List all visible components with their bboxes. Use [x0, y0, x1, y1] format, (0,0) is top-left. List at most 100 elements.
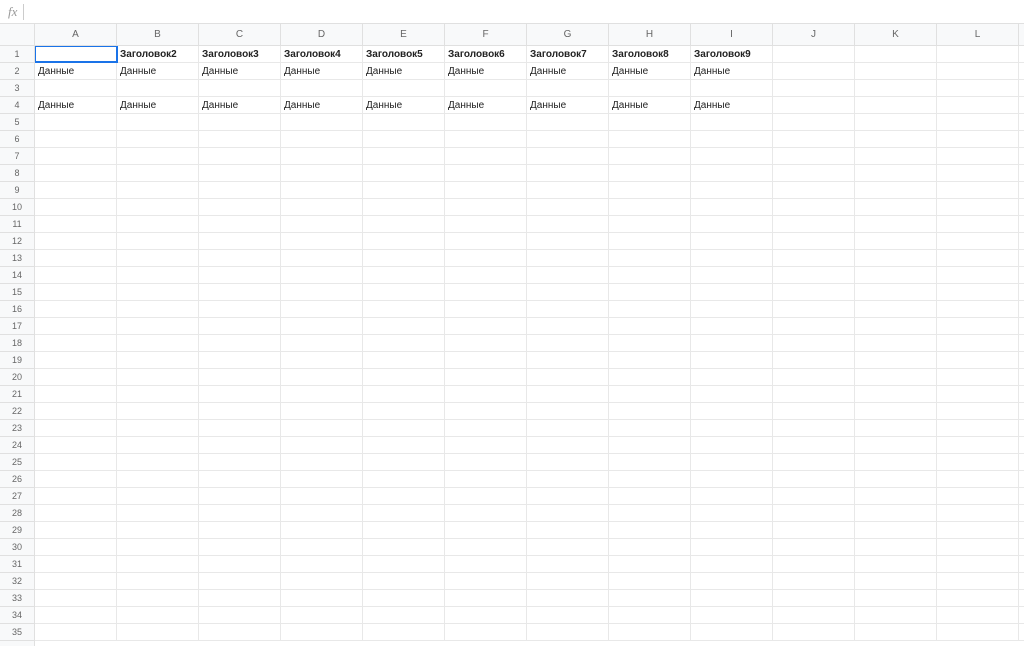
row-header-7[interactable]: 7 — [0, 148, 34, 165]
cell-G4[interactable]: Данные — [527, 97, 609, 113]
column-header-B[interactable]: B — [117, 24, 199, 45]
cell-I34[interactable] — [691, 607, 773, 623]
cell-A9[interactable] — [35, 182, 117, 198]
cell-I29[interactable] — [691, 522, 773, 538]
cell-A34[interactable] — [35, 607, 117, 623]
cell-J1[interactable] — [773, 46, 855, 62]
cell-L13[interactable] — [937, 250, 1019, 266]
cell-I14[interactable] — [691, 267, 773, 283]
cell-G19[interactable] — [527, 352, 609, 368]
cell-G9[interactable] — [527, 182, 609, 198]
cell-F8[interactable] — [445, 165, 527, 181]
cell-H27[interactable] — [609, 488, 691, 504]
cell-A14[interactable] — [35, 267, 117, 283]
cell-A2[interactable]: Данные — [35, 63, 117, 79]
cell-C14[interactable] — [199, 267, 281, 283]
cell-F29[interactable] — [445, 522, 527, 538]
row-header-11[interactable]: 11 — [0, 216, 34, 233]
cell-I7[interactable] — [691, 148, 773, 164]
cell-L1[interactable] — [937, 46, 1019, 62]
cell-E22[interactable] — [363, 403, 445, 419]
cell-D14[interactable] — [281, 267, 363, 283]
cell-K19[interactable] — [855, 352, 937, 368]
cell-G17[interactable] — [527, 318, 609, 334]
cell-H30[interactable] — [609, 539, 691, 555]
cell-G2[interactable]: Данные — [527, 63, 609, 79]
cell-E14[interactable] — [363, 267, 445, 283]
cell-I5[interactable] — [691, 114, 773, 130]
cell-D19[interactable] — [281, 352, 363, 368]
cell-H25[interactable] — [609, 454, 691, 470]
row-header-28[interactable]: 28 — [0, 505, 34, 522]
cell-I26[interactable] — [691, 471, 773, 487]
cell-C33[interactable] — [199, 590, 281, 606]
row-header-27[interactable]: 27 — [0, 488, 34, 505]
cell-K15[interactable] — [855, 284, 937, 300]
cell-C35[interactable] — [199, 624, 281, 640]
cell-E5[interactable] — [363, 114, 445, 130]
cell-F9[interactable] — [445, 182, 527, 198]
cell-G33[interactable] — [527, 590, 609, 606]
row-header-22[interactable]: 22 — [0, 403, 34, 420]
cell-H26[interactable] — [609, 471, 691, 487]
cell-A1[interactable] — [35, 46, 117, 62]
cell-I16[interactable] — [691, 301, 773, 317]
cell-D4[interactable]: Данные — [281, 97, 363, 113]
cell-G27[interactable] — [527, 488, 609, 504]
cell-J9[interactable] — [773, 182, 855, 198]
cell-E18[interactable] — [363, 335, 445, 351]
cell-F22[interactable] — [445, 403, 527, 419]
cell-A20[interactable] — [35, 369, 117, 385]
cell-J28[interactable] — [773, 505, 855, 521]
cell-G31[interactable] — [527, 556, 609, 572]
cell-I18[interactable] — [691, 335, 773, 351]
cell-E27[interactable] — [363, 488, 445, 504]
cell-J12[interactable] — [773, 233, 855, 249]
cell-C31[interactable] — [199, 556, 281, 572]
cell-F7[interactable] — [445, 148, 527, 164]
cell-J10[interactable] — [773, 199, 855, 215]
cell-I13[interactable] — [691, 250, 773, 266]
cell-E3[interactable] — [363, 80, 445, 96]
cell-C19[interactable] — [199, 352, 281, 368]
cell-J34[interactable] — [773, 607, 855, 623]
cell-A11[interactable] — [35, 216, 117, 232]
cell-B5[interactable] — [117, 114, 199, 130]
row-header-30[interactable]: 30 — [0, 539, 34, 556]
cell-K26[interactable] — [855, 471, 937, 487]
cell-I8[interactable] — [691, 165, 773, 181]
cell-F4[interactable]: Данные — [445, 97, 527, 113]
row-header-6[interactable]: 6 — [0, 131, 34, 148]
cell-L25[interactable] — [937, 454, 1019, 470]
row-header-25[interactable]: 25 — [0, 454, 34, 471]
cell-A7[interactable] — [35, 148, 117, 164]
cell-L24[interactable] — [937, 437, 1019, 453]
cell-D7[interactable] — [281, 148, 363, 164]
cell-C12[interactable] — [199, 233, 281, 249]
cell-H8[interactable] — [609, 165, 691, 181]
cell-K28[interactable] — [855, 505, 937, 521]
formula-input[interactable] — [30, 0, 1016, 23]
cell-L12[interactable] — [937, 233, 1019, 249]
cell-H21[interactable] — [609, 386, 691, 402]
cell-D9[interactable] — [281, 182, 363, 198]
cell-A23[interactable] — [35, 420, 117, 436]
cell-C22[interactable] — [199, 403, 281, 419]
cell-C23[interactable] — [199, 420, 281, 436]
cell-I19[interactable] — [691, 352, 773, 368]
cell-D13[interactable] — [281, 250, 363, 266]
cell-C9[interactable] — [199, 182, 281, 198]
cell-A17[interactable] — [35, 318, 117, 334]
row-header-29[interactable]: 29 — [0, 522, 34, 539]
cell-I2[interactable]: Данные — [691, 63, 773, 79]
cell-C26[interactable] — [199, 471, 281, 487]
cell-J29[interactable] — [773, 522, 855, 538]
cell-A24[interactable] — [35, 437, 117, 453]
cell-A16[interactable] — [35, 301, 117, 317]
cell-G1[interactable]: Заголовок7 — [527, 46, 609, 62]
cell-F33[interactable] — [445, 590, 527, 606]
cell-C1[interactable]: Заголовок3 — [199, 46, 281, 62]
cell-J25[interactable] — [773, 454, 855, 470]
row-header-3[interactable]: 3 — [0, 80, 34, 97]
cell-J7[interactable] — [773, 148, 855, 164]
